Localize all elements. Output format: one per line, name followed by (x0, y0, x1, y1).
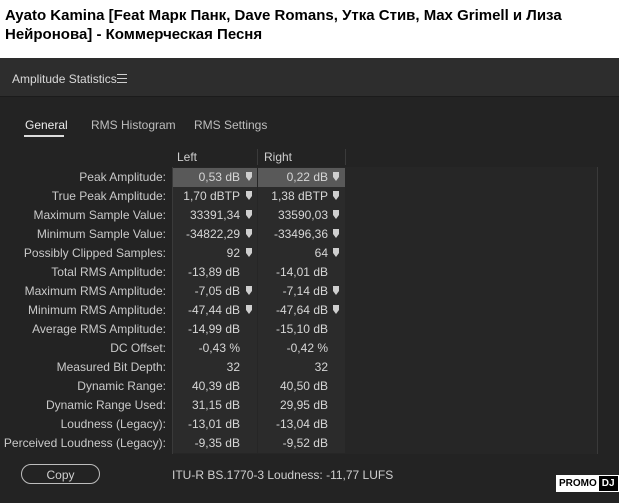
watermark-part1: PROMO (557, 476, 599, 491)
left-value: 92 (226, 246, 240, 260)
right-value: 29,95 dB (279, 398, 328, 412)
row-label: Possibly Clipped Samples: (23, 246, 166, 260)
tab-rms-histogram[interactable]: RMS Histogram (91, 118, 176, 132)
go-to-marker-icon[interactable] (333, 210, 339, 219)
right-value: -33496,36 (273, 227, 328, 241)
statistics-row[interactable]: Minimum Sample Value: -34822,29 -33496,36 (0, 225, 619, 244)
left-value: -7,05 dB (194, 284, 240, 298)
right-value: 64 (314, 246, 328, 260)
row-label: Minimum Sample Value: (36, 227, 166, 241)
tab-general[interactable]: General (25, 118, 68, 132)
column-header-right: Right (264, 150, 293, 164)
go-to-marker-icon[interactable] (333, 191, 339, 200)
row-label: Dynamic Range Used: (45, 398, 166, 412)
right-value: -9,52 dB (282, 436, 328, 450)
right-value: 0,22 dB (286, 170, 328, 184)
row-label: Average RMS Amplitude: (32, 322, 166, 336)
left-value: 0,53 dB (198, 170, 240, 184)
column-divider (345, 149, 346, 165)
statistics-row[interactable]: Maximum Sample Value: 33391,34 33590,03 (0, 206, 619, 225)
go-to-marker-icon[interactable] (246, 305, 252, 314)
right-value: 33590,03 (277, 208, 328, 222)
left-value: -9,35 dB (194, 436, 240, 450)
column-header-left: Left (177, 150, 198, 164)
statistics-row[interactable]: Maximum RMS Amplitude: -7,05 dB -7,14 dB (0, 282, 619, 301)
right-value: -13,04 dB (275, 417, 328, 431)
page-title: Ayato Kamina [Feat Марк Панк, Dave Roman… (5, 7, 562, 43)
right-value: -0,42 % (286, 341, 328, 355)
statistics-row[interactable]: Minimum RMS Amplitude: -47,44 dB -47,64 dB (0, 301, 619, 320)
column-divider (257, 149, 258, 165)
row-label: Perceived Loudness (Legacy): (3, 436, 166, 450)
go-to-marker-icon[interactable] (333, 286, 339, 295)
row-label: Maximum Sample Value: (33, 208, 167, 222)
go-to-marker-icon[interactable] (333, 229, 339, 238)
left-value: 1,70 dBTP (183, 189, 240, 203)
go-to-marker-icon[interactable] (246, 229, 252, 238)
statistics-row[interactable]: Average RMS Amplitude: -14,99 dB -15,10 dB (0, 320, 619, 339)
statistics-row[interactable]: Dynamic Range Used: 31,15 dB 29,95 dB (0, 396, 619, 415)
copy-button[interactable]: Copy (21, 464, 100, 484)
row-label: Total RMS Amplitude: (51, 265, 166, 279)
right-value: -47,64 dB (275, 303, 328, 317)
statistics-row[interactable]: True Peak Amplitude: 1,70 dBTP 1,38 dBTP (0, 187, 619, 206)
right-cell[interactable] (258, 244, 345, 263)
left-value: -34822,29 (185, 227, 240, 241)
active-tab-indicator (24, 135, 64, 137)
panel-header: Amplitude Statistics (0, 58, 619, 97)
row-label: Measured Bit Depth: (56, 360, 166, 374)
left-cell[interactable] (173, 244, 257, 263)
left-value: 33391,34 (189, 208, 240, 222)
left-value: -14,99 dB (187, 322, 240, 336)
amplitude-statistics-panel: Amplitude Statistics General RMS Histogr… (0, 58, 619, 503)
right-value: -14,01 dB (275, 265, 328, 279)
row-label: True Peak Amplitude: (51, 189, 166, 203)
statistics-row[interactable]: Measured Bit Depth: 32 32 (0, 358, 619, 377)
row-label: DC Offset: (110, 341, 166, 355)
right-value: -15,10 dB (275, 322, 328, 336)
row-label: Dynamic Range: (77, 379, 166, 393)
statistics-row[interactable]: Possibly Clipped Samples: 92 64 (0, 244, 619, 263)
statistics-row[interactable]: Dynamic Range: 40,39 dB 40,50 dB (0, 377, 619, 396)
left-value: -0,43 % (198, 341, 240, 355)
go-to-marker-icon[interactable] (246, 248, 252, 257)
left-cell[interactable] (173, 358, 257, 377)
tab-rms-settings[interactable]: RMS Settings (194, 118, 267, 132)
statistics-row[interactable]: Loudness (Legacy): -13,01 dB -13,04 dB (0, 415, 619, 434)
statistics-row[interactable]: DC Offset: -0,43 % -0,42 % (0, 339, 619, 358)
right-cell[interactable] (258, 358, 345, 377)
promo-dj-watermark: PROMO DJ (556, 475, 619, 492)
panel-title: Amplitude Statistics (12, 72, 117, 86)
row-label: Maximum RMS Amplitude: (24, 284, 166, 298)
hamburger-menu-icon[interactable] (117, 74, 127, 83)
right-value: 40,50 dB (279, 379, 328, 393)
go-to-marker-icon[interactable] (246, 191, 252, 200)
left-value: -47,44 dB (187, 303, 240, 317)
left-value: 31,15 dB (191, 398, 240, 412)
row-label: Minimum RMS Amplitude: (27, 303, 166, 317)
go-to-marker-icon[interactable] (246, 286, 252, 295)
itu-loudness-readout: ITU-R BS.1770-3 Loudness: -11,77 LUFS (172, 468, 394, 482)
statistics-row[interactable]: Peak Amplitude: 0,53 dB 0,22 dB (0, 168, 619, 187)
go-to-marker-icon[interactable] (333, 305, 339, 314)
go-to-marker-icon[interactable] (333, 248, 339, 257)
statistics-row[interactable]: Total RMS Amplitude: -13,89 dB -14,01 dB (0, 263, 619, 282)
go-to-marker-icon[interactable] (246, 210, 252, 219)
watermark-part2: DJ (598, 476, 618, 491)
left-value: 40,39 dB (191, 379, 240, 393)
statistics-row[interactable]: Perceived Loudness (Legacy): -9,35 dB -9,5… (0, 434, 619, 453)
right-value: -7,14 dB (282, 284, 328, 298)
left-value: 32 (226, 360, 240, 374)
left-value: -13,01 dB (187, 417, 240, 431)
right-value: 32 (314, 360, 328, 374)
row-label: Loudness (Legacy): (60, 417, 166, 431)
right-value: 1,38 dBTP (271, 189, 328, 203)
go-to-marker-icon[interactable] (333, 172, 339, 181)
left-value: -13,89 dB (187, 265, 240, 279)
row-label: Peak Amplitude: (79, 170, 166, 184)
go-to-marker-icon[interactable] (246, 172, 252, 181)
